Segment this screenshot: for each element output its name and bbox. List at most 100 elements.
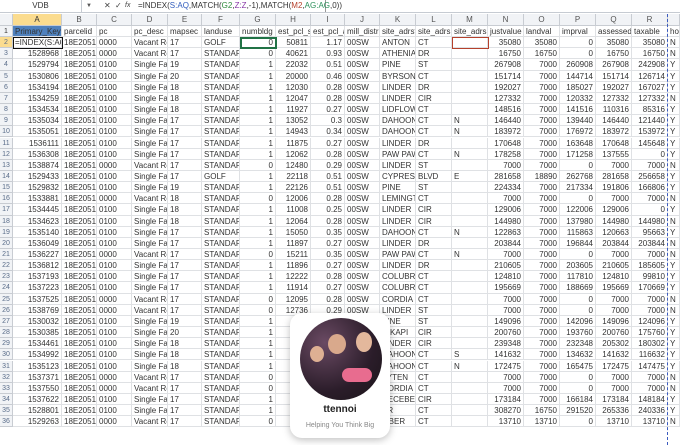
table-cell[interactable]: STANDARI — [202, 260, 240, 272]
table-cell[interactable]: 129006 — [596, 204, 632, 216]
table-cell[interactable]: Vacant Re — [132, 382, 168, 394]
table-cell[interactable]: 00SW — [345, 137, 380, 149]
table-cell[interactable]: 1 — [240, 315, 276, 328]
table-cell[interactable]: STANDARI — [202, 126, 240, 138]
table-cell[interactable]: 12095 — [276, 293, 311, 305]
table-cell[interactable]: 7000 — [632, 249, 668, 261]
table-cell[interactable]: 115863 — [560, 226, 596, 238]
table-cell[interactable]: 7000 — [524, 249, 560, 261]
table-cell[interactable]: 1535051 — [13, 126, 62, 138]
table-cell[interactable]: 0 — [560, 249, 596, 261]
table-cell[interactable]: 144714 — [560, 70, 596, 82]
table-cell[interactable]: 1537525 — [13, 293, 62, 305]
table-cell[interactable]: 22126 — [276, 182, 311, 194]
table-cell[interactable]: 0.28 — [311, 293, 345, 305]
table-cell[interactable]: 12064 — [276, 215, 311, 227]
table-cell[interactable]: Y — [668, 104, 680, 116]
table-cell[interactable]: CT — [416, 360, 452, 372]
table-cell[interactable]: 0.28 — [311, 193, 345, 205]
table-cell[interactable]: STANDARI — [202, 81, 240, 93]
table-cell[interactable]: N — [452, 148, 488, 160]
table-cell[interactable]: 0.35 — [311, 226, 345, 238]
field-header-cell[interactable]: pc — [97, 26, 132, 38]
table-cell[interactable]: 0.27 — [311, 104, 345, 116]
table-cell[interactable]: 224334 — [488, 182, 524, 194]
table-cell[interactable]: 0.51 — [311, 170, 345, 183]
table-cell[interactable]: Y — [668, 81, 680, 93]
table-cell[interactable]: 121440 — [632, 115, 668, 127]
field-header-cell[interactable]: site_adrsu — [416, 26, 452, 38]
column-header[interactable]: F — [202, 14, 240, 26]
table-cell[interactable]: LIDFLOWE — [380, 104, 416, 116]
table-cell[interactable]: CIR — [416, 204, 452, 216]
table-cell[interactable]: CT — [416, 37, 452, 49]
table-cell[interactable]: 0000 — [97, 48, 132, 60]
table-cell[interactable]: ST — [416, 304, 452, 316]
row-header[interactable]: 32 — [0, 371, 13, 383]
table-cell[interactable] — [452, 81, 488, 93]
table-cell[interactable]: 146440 — [596, 115, 632, 127]
table-cell[interactable]: 0.27 — [311, 137, 345, 149]
table-cell[interactable]: 1530032 — [13, 315, 62, 328]
table-cell[interactable]: 256658 — [632, 170, 668, 183]
table-cell[interactable]: Single Fan — [132, 282, 168, 294]
table-cell[interactable]: 20 — [168, 327, 202, 339]
table-cell[interactable]: 0 — [560, 193, 596, 205]
row-header[interactable]: 21 — [0, 249, 13, 261]
table-cell[interactable]: 18E20513C — [62, 137, 97, 149]
table-cell[interactable]: 00SW — [345, 159, 380, 171]
table-cell[interactable]: Y — [668, 315, 680, 328]
table-cell[interactable]: Y — [668, 204, 680, 216]
table-cell[interactable]: 0100 — [97, 315, 132, 328]
table-cell[interactable]: 7000 — [632, 304, 668, 316]
table-cell[interactable] — [452, 193, 488, 205]
table-cell[interactable]: Y — [668, 349, 680, 361]
table-cell[interactable]: 18E20513C — [62, 81, 97, 93]
table-cell[interactable]: 7000 — [524, 371, 560, 383]
table-cell[interactable]: 7000 — [596, 293, 632, 305]
row-header[interactable]: 6 — [0, 81, 13, 93]
table-cell[interactable]: 0 — [240, 416, 276, 428]
column-header[interactable]: L — [416, 14, 452, 26]
table-cell[interactable]: 178258 — [488, 148, 524, 160]
table-cell[interactable]: 1 — [240, 349, 276, 361]
table-cell[interactable] — [452, 237, 488, 249]
table-cell[interactable]: 167027 — [632, 81, 668, 93]
table-cell[interactable]: STANDARI — [202, 405, 240, 417]
table-cell[interactable]: 00SW — [345, 37, 380, 49]
table-cell[interactable]: 120332 — [560, 92, 596, 105]
table-cell[interactable]: 183972 — [488, 126, 524, 138]
table-cell[interactable]: N — [668, 92, 680, 105]
table-cell[interactable]: 180302 — [632, 338, 668, 350]
table-cell[interactable]: LINDER — [380, 92, 416, 105]
table-cell[interactable]: 18E20513C — [62, 304, 97, 316]
table-cell[interactable]: 267908 — [596, 59, 632, 71]
table-cell[interactable]: 0100 — [97, 226, 132, 238]
table-cell[interactable]: 203844 — [632, 237, 668, 249]
table-cell[interactable]: 0.3 — [311, 115, 345, 127]
column-header[interactable]: I — [311, 14, 345, 26]
table-cell[interactable]: COLUBRIN — [380, 282, 416, 294]
table-cell[interactable]: CT — [416, 126, 452, 138]
table-cell[interactable]: 0 — [240, 159, 276, 171]
table-cell[interactable]: 127332 — [488, 92, 524, 105]
table-cell[interactable]: 13710 — [632, 416, 668, 428]
table-cell[interactable]: Vacant Re — [132, 193, 168, 205]
table-cell[interactable]: Y — [668, 260, 680, 272]
table-cell[interactable]: 0100 — [97, 349, 132, 361]
field-header-cell[interactable]: landuse — [202, 26, 240, 38]
row-header[interactable]: 26 — [0, 304, 13, 316]
table-cell[interactable]: 170648 — [488, 137, 524, 149]
table-cell[interactable]: 11008 — [276, 204, 311, 216]
table-cell[interactable]: 00SW — [345, 226, 380, 238]
table-cell[interactable]: 12006 — [276, 193, 311, 205]
table-cell[interactable]: 1 — [240, 327, 276, 339]
table-cell[interactable]: 148516 — [488, 104, 524, 116]
table-cell[interactable]: 7000 — [488, 249, 524, 261]
table-cell[interactable] — [452, 371, 488, 383]
table-cell[interactable]: Y — [668, 115, 680, 127]
table-cell[interactable]: 17 — [168, 37, 202, 49]
table-cell[interactable]: 175760 — [632, 327, 668, 339]
table-cell[interactable]: 7000 — [524, 237, 560, 249]
table-cell[interactable]: 200760 — [488, 327, 524, 339]
